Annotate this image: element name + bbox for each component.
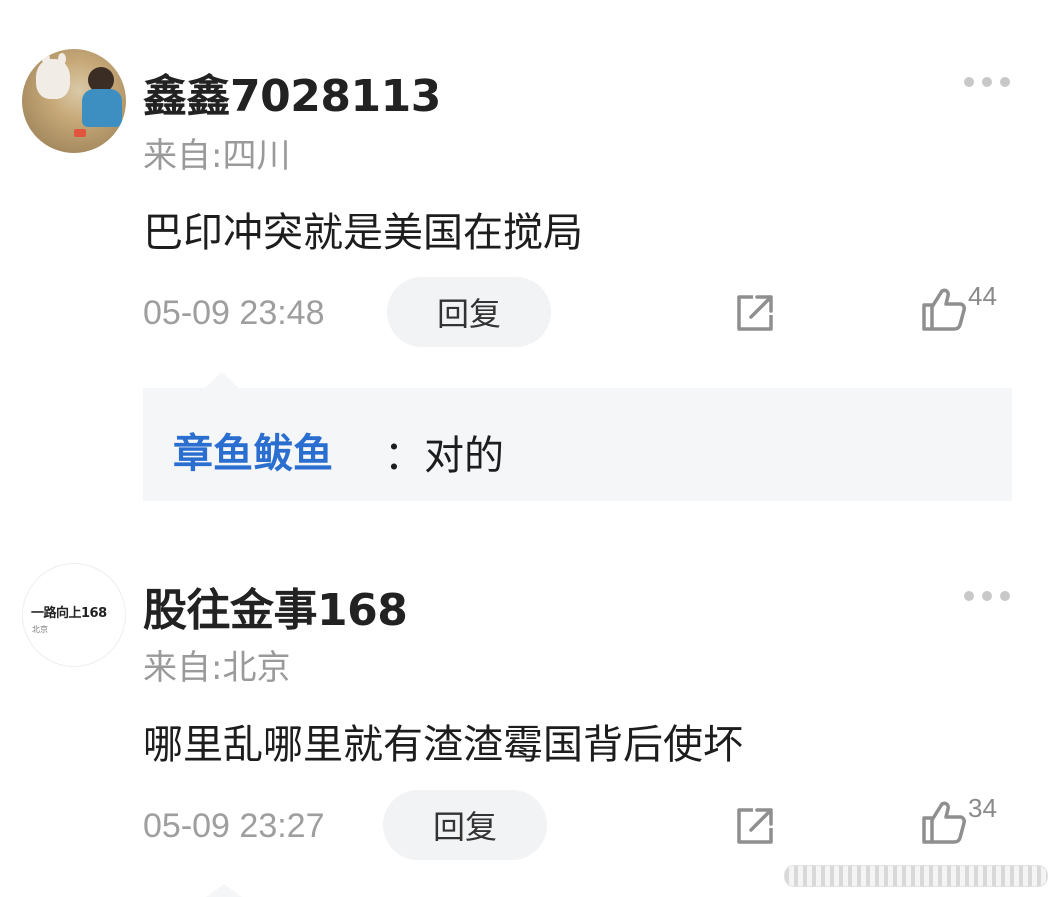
comment-time: 05-09 23:48: [143, 294, 325, 332]
reply-button[interactable]: 回复: [383, 790, 547, 860]
sub-reply-pointer: [204, 372, 240, 389]
watermark-strip: [784, 865, 1048, 887]
user-avatar[interactable]: [22, 49, 126, 153]
sub-reply-username[interactable]: 章鱼鲅鱼: [173, 421, 333, 479]
like-count: 44: [968, 281, 997, 311]
comment-text: 巴印冲突就是美国在搅局: [143, 210, 583, 256]
user-avatar[interactable]: 一路向上168 北京: [22, 563, 126, 667]
avatar-logo-text: 一路向上168: [31, 606, 107, 621]
thumbs-up-icon[interactable]: [920, 798, 968, 846]
share-icon[interactable]: [733, 804, 777, 848]
more-icon[interactable]: [964, 76, 1010, 88]
comment-username[interactable]: 鑫鑫7028113: [143, 60, 441, 124]
thumbs-up-icon[interactable]: [920, 285, 968, 333]
comment-username[interactable]: 股往金事168: [143, 574, 408, 638]
avatar-logo-subtext: 北京: [32, 625, 48, 634]
comment-location: 来自:北京: [143, 648, 291, 688]
share-icon[interactable]: [733, 291, 777, 335]
like-count: 34: [968, 793, 997, 823]
comment-text: 哪里乱哪里就有渣渣霉国背后使坏: [143, 722, 743, 768]
reply-button[interactable]: 回复: [387, 277, 551, 347]
comment-time: 05-09 23:27: [143, 807, 325, 845]
sub-reply-pointer: [206, 884, 242, 897]
sub-reply-text: ：对的: [384, 433, 504, 479]
more-icon[interactable]: [964, 590, 1010, 602]
comment-location: 来自:四川: [143, 136, 291, 176]
